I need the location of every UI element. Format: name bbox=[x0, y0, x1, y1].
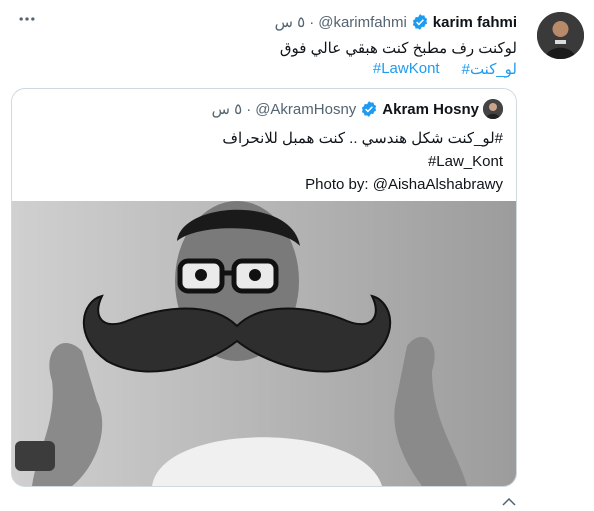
verified-badge-icon bbox=[360, 100, 378, 118]
tweet[interactable]: karim fahmi @karimfahmi · ٥ س لوكنت رف م… bbox=[0, 0, 594, 506]
avatar[interactable] bbox=[537, 12, 584, 59]
more-options-icon[interactable] bbox=[12, 4, 42, 34]
separator-dot: · bbox=[309, 13, 315, 31]
tweet-header: karim fahmi @karimfahmi · ٥ س bbox=[275, 13, 517, 32]
timestamp[interactable]: ٥ س bbox=[275, 13, 306, 31]
author-handle[interactable]: @karimfahmi bbox=[318, 14, 407, 31]
quoted-photo[interactable] bbox=[12, 201, 516, 486]
tweet-hashtags: #لو_كنت #LawKont bbox=[373, 60, 517, 78]
tweet-text: لوكنت رف مطبخ كنت هبقي عالي فوق bbox=[279, 40, 517, 57]
verified-badge-icon bbox=[411, 13, 429, 31]
author-name[interactable]: karim fahmi bbox=[433, 14, 517, 31]
quoted-tweet-header: Akram Hosny @AkramHosny · ٥ س bbox=[212, 99, 503, 119]
hashtag-link[interactable]: #لو_كنت bbox=[462, 60, 517, 78]
hashtag-link[interactable]: #LawKont bbox=[373, 60, 440, 78]
quoted-avatar[interactable] bbox=[483, 99, 503, 119]
quoted-timestamp[interactable]: ٥ س bbox=[212, 100, 243, 118]
quoted-author-handle[interactable]: @AkramHosny bbox=[255, 101, 356, 118]
quoted-tweet[interactable]: Akram Hosny @AkramHosny · ٥ س #لو_كنت شك… bbox=[11, 88, 517, 487]
separator-dot: · bbox=[246, 100, 252, 118]
chevron-down-icon bbox=[502, 493, 516, 506]
quoted-hashtag-line[interactable]: #Law_Kont bbox=[428, 150, 503, 173]
quoted-photo-credit: Photo by: @AishaAlshabrawy bbox=[305, 176, 503, 193]
quoted-text-line-1: #لو_كنت شكل هندسي .. كنت همبل للانحراف bbox=[222, 130, 503, 147]
quoted-author-name[interactable]: Akram Hosny bbox=[382, 101, 479, 118]
